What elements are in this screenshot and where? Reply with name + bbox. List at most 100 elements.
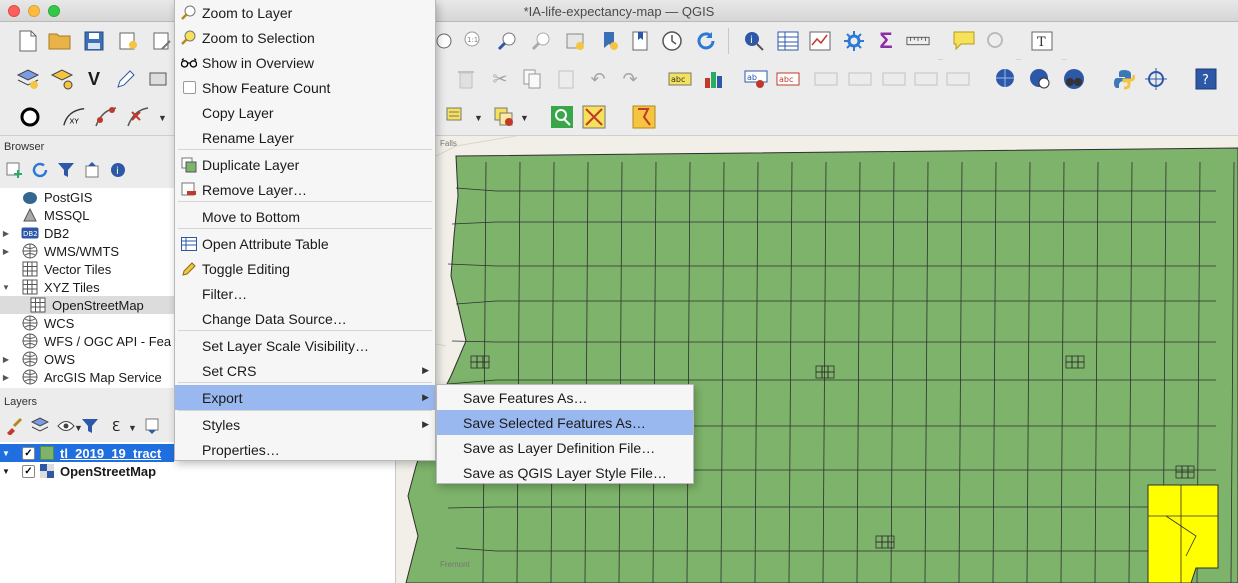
undo-icon[interactable]: ↶ (586, 67, 610, 91)
collapse-all-icon[interactable] (82, 160, 102, 180)
filter-browser-icon[interactable] (56, 160, 76, 180)
menu-filter[interactable]: Filter… (175, 281, 435, 306)
expand-all-icon[interactable] (142, 416, 162, 436)
expanded-arrow-icon[interactable]: ▼ (0, 283, 12, 292)
add-selected-layers-icon[interactable] (4, 160, 24, 180)
circle-tool-icon[interactable] (18, 105, 42, 129)
add-mesh-layer-icon[interactable] (146, 67, 170, 91)
menu-duplicate-layer[interactable]: Duplicate Layer (175, 152, 435, 177)
expand-arrow-icon[interactable]: ▼ (0, 467, 12, 476)
menu-save-selected-features-as[interactable]: Save Selected Features As… (437, 410, 693, 435)
show-hide-label-icon[interactable] (848, 67, 872, 91)
menu-save-features-as[interactable]: Save Features As… (437, 385, 693, 410)
browser-item-vector-tiles[interactable]: Vector Tiles (0, 260, 174, 278)
menu-move-to-bottom[interactable]: Move to Bottom (175, 204, 435, 229)
browser-item-ows[interactable]: ▶ OWS (0, 350, 174, 368)
layer-row-openstreetmap[interactable]: ▼ ✓ OpenStreetMap (0, 462, 156, 480)
menu-show-feature-count[interactable]: Show Feature Count (175, 75, 435, 100)
menu-change-data-source[interactable]: Change Data Source… (175, 306, 435, 331)
menu-show-in-overview[interactable]: Show in Overview (175, 50, 435, 75)
settings-gear-icon[interactable] (842, 29, 866, 53)
deselect-dropdown-icon[interactable]: ▼ (520, 113, 529, 123)
menu-zoom-to-layer[interactable]: Zoom to Layer (175, 0, 435, 25)
add-delimited-text-icon[interactable]: V (82, 67, 106, 91)
zoom-full-icon[interactable] (496, 29, 520, 53)
move-label-icon[interactable] (882, 67, 906, 91)
browser-item-mssql[interactable]: MSSQL (0, 206, 174, 224)
filter-expression-icon[interactable]: ℇ (106, 416, 126, 436)
menu-toggle-editing[interactable]: Toggle Editing (175, 256, 435, 281)
menu-set-layer-scale-visibility[interactable]: Set Layer Scale Visibility… (175, 333, 435, 358)
tract-map[interactable]: Falls Fremont (396, 136, 1238, 583)
crosshair-icon[interactable] (1144, 67, 1168, 91)
change-label-icon[interactable] (946, 67, 970, 91)
refresh-icon[interactable] (694, 29, 718, 53)
info-icon[interactable]: i (108, 160, 128, 180)
data-source-manager-icon[interactable] (16, 67, 40, 91)
toggle-labels-icon[interactable]: abc (776, 67, 800, 91)
browser-item-wms-wmts[interactable]: ▶ WMS/WMTS (0, 242, 174, 260)
menu-set-crs[interactable]: Set CRS ▶ (175, 358, 435, 383)
browser-item-postgis[interactable]: PostGIS (0, 188, 174, 206)
browser-item-wcs[interactable]: WCS (0, 314, 174, 332)
selected-tracts[interactable] (1147, 484, 1219, 583)
select-features-icon[interactable] (444, 105, 468, 129)
browser-item-wfs-ogc-api-fea[interactable]: WFS / OGC API - Fea (0, 332, 174, 350)
menu-save-as-qgis-layer-style-file[interactable]: Save as QGIS Layer Style File… (437, 460, 693, 485)
new-print-layout-icon[interactable] (116, 29, 140, 53)
refresh-browser-icon[interactable] (30, 160, 50, 180)
menu-zoom-to-selection[interactable]: Zoom to Selection (175, 25, 435, 50)
help-icon[interactable]: ? (1194, 67, 1218, 91)
checkbox-icon[interactable] (181, 80, 197, 96)
menu-styles[interactable]: Styles ▶ (175, 412, 435, 437)
select-by-location-icon[interactable] (582, 105, 606, 129)
style-brush-icon[interactable] (4, 416, 24, 436)
plugin-globe-icon[interactable] (1062, 67, 1086, 91)
new-bookmark-icon[interactable] (598, 29, 622, 53)
pin-label-icon[interactable] (814, 67, 838, 91)
sum-icon[interactable]: Σ (874, 29, 898, 53)
expression-dropdown-icon[interactable]: ▼ (128, 423, 137, 433)
digitize-pencil-icon[interactable] (114, 67, 138, 91)
add-group-icon[interactable] (30, 416, 50, 436)
zoom-native-icon[interactable]: 1:1 (462, 29, 486, 53)
expand-arrow-icon[interactable]: ▶ (0, 355, 12, 364)
show-bookmarks-icon[interactable] (628, 29, 652, 53)
menu-properties[interactable]: Properties… (175, 437, 435, 462)
statistical-summary-icon[interactable] (808, 29, 832, 53)
add-vector-layer-icon[interactable] (50, 67, 74, 91)
manage-visibility-eye-icon[interactable] (56, 416, 76, 436)
filter-legend-icon[interactable] (80, 416, 100, 436)
menu-remove-layer[interactable]: Remove Layer… (175, 177, 435, 202)
menu-copy-layer[interactable]: Copy Layer (175, 100, 435, 125)
browser-item-xyz-tiles[interactable]: ▼ XYZ Tiles (0, 278, 174, 296)
highlight-pinned-labels-icon[interactable]: ab (744, 67, 768, 91)
measure-line-icon[interactable] (906, 29, 930, 53)
browser-item-db2[interactable]: ▶ DB2 DB2 (0, 224, 174, 242)
open-attribute-table-icon[interactable] (776, 29, 800, 53)
deselect-features-icon[interactable] (492, 105, 516, 129)
map-canvas[interactable]: Falls Fremont (396, 136, 1238, 583)
python-console-icon[interactable] (1112, 67, 1136, 91)
menu-save-as-layer-definition-file[interactable]: Save as Layer Definition File… (437, 435, 693, 460)
temporal-controller-icon[interactable] (660, 29, 684, 53)
redo-icon[interactable]: ↷ (618, 67, 642, 91)
layer-visibility-checkbox[interactable]: ✓ (22, 446, 35, 460)
save-project-icon[interactable] (82, 29, 106, 53)
browser-item-arcgis-map-service[interactable]: ▶ ArcGIS Map Service (0, 368, 174, 386)
paste-features-icon[interactable] (554, 67, 578, 91)
zoom-to-layer-icon[interactable] (530, 29, 554, 53)
menu-rename-layer[interactable]: Rename Layer (175, 125, 435, 150)
vertex-tool-icon[interactable] (94, 105, 118, 129)
expand-arrow-icon[interactable]: ▶ (0, 247, 12, 256)
open-project-icon[interactable] (48, 29, 72, 53)
rotate-label-icon[interactable] (914, 67, 938, 91)
metasearch-find-icon[interactable] (1028, 67, 1052, 91)
new-project-icon[interactable] (16, 29, 40, 53)
menu-export[interactable]: Export ▶ (175, 385, 435, 410)
zoom-gray-icon[interactable] (984, 29, 1008, 53)
map-tips-icon[interactable] (952, 29, 976, 53)
xy-curve-icon[interactable]: XY (62, 105, 86, 129)
delete-vertex-icon[interactable] (126, 105, 150, 129)
menu-open-attribute-table[interactable]: Open Attribute Table (175, 231, 435, 256)
